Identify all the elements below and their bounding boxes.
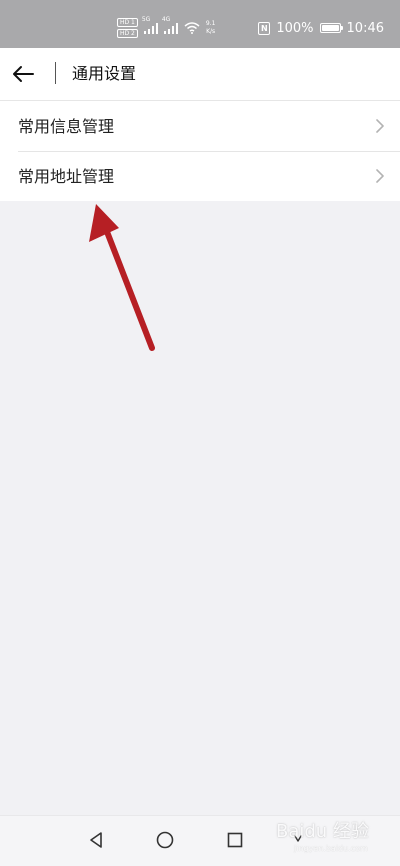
wifi-icon: [184, 22, 200, 34]
square-recents-icon: [227, 832, 243, 848]
sim1-badge: HD 1: [117, 18, 138, 27]
signal-icon-1: 5G: [142, 16, 158, 34]
header-divider: [55, 62, 56, 84]
nav-recents-button[interactable]: [223, 828, 247, 852]
triangle-back-icon: [90, 832, 102, 848]
nav-back-button[interactable]: [84, 828, 108, 852]
network-status: HD 1 HD 2 5G 4G 9.1 K/s: [117, 16, 215, 40]
list-item-common-address[interactable]: 常用地址管理: [0, 151, 400, 201]
sim2-badge: HD 2: [117, 29, 138, 38]
circle-home-icon: [156, 831, 174, 849]
back-button[interactable]: [8, 60, 38, 88]
app-header: 通用设置: [0, 48, 400, 101]
clock: 10:46: [346, 20, 384, 36]
signal-icon-2: 4G: [162, 16, 178, 34]
system-status: N 100% 10:46: [258, 18, 384, 38]
chevron-down-icon: [294, 835, 302, 842]
system-nav-bar: [0, 815, 400, 866]
annotation-arrow-icon: [89, 204, 155, 351]
sim-badges: HD 1 HD 2: [117, 18, 138, 38]
chevron-right-icon: [376, 169, 384, 183]
back-arrow-icon: [13, 66, 34, 82]
network-speed-unit: K/s: [206, 28, 216, 35]
chevron-right-icon: [376, 119, 384, 133]
nav-home-button[interactable]: [153, 828, 177, 852]
list-item-common-info[interactable]: 常用信息管理: [0, 101, 400, 151]
list-item-label: 常用地址管理: [18, 167, 115, 186]
page-title: 通用设置: [72, 64, 137, 83]
signal-1-label: 5G: [141, 16, 151, 23]
network-speed-value: 9.1: [205, 20, 216, 27]
status-bar: HD 1 HD 2 5G 4G 9.1 K/s N 100% 10:46: [0, 0, 400, 48]
network-speed: 9.1 K/s: [206, 20, 216, 36]
signal-2-label: 4G: [161, 16, 171, 23]
nav-extra-button[interactable]: [292, 833, 304, 845]
battery-percent: 100%: [276, 20, 314, 36]
settings-list: 常用信息管理 常用地址管理: [0, 101, 400, 201]
nfc-icon: N: [258, 21, 271, 35]
list-item-label: 常用信息管理: [18, 117, 115, 136]
battery-icon: [319, 23, 343, 33]
